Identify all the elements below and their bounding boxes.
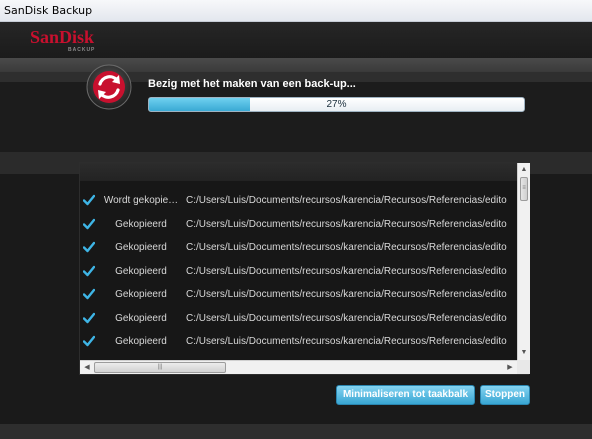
file-path: C:/Users/Luis/Documents/recursos/karenci… [186,312,507,324]
list-item[interactable]: Gekopieerd C:/Users/Luis/Documents/recurs… [80,237,517,261]
stop-button[interactable]: Stoppen [480,385,530,405]
scroll-left-arrow-icon[interactable]: ◀ [80,361,94,374]
list-item[interactable]: Gekopieerd C:/Users/Luis/Documents/recurs… [80,284,517,308]
file-list[interactable]: Wordt gekopie… C:/Users/Luis/Documents/re… [79,162,530,375]
app-header: SanDisk BACKUP [0,22,592,58]
file-status: Wordt gekopie… [103,195,179,206]
checkmark-icon [83,241,95,253]
file-status: Gekopieerd [115,218,167,230]
file-status: Gekopieerd [115,312,167,324]
sync-arrows-icon [86,64,132,110]
file-path: C:/Users/Luis/Documents/recursos/karenci… [186,289,507,300]
file-path: C:/Users/Luis/Documents/recursos/karenci… [186,336,507,347]
file-path: C:/Users/Luis/Documents/recursos/karenci… [186,242,507,253]
logo-text: SanDisk [30,27,95,47]
list-item[interactable]: Gekopieerd C:/Users/Luis/Documents/recurs… [80,261,517,285]
horizontal-scrollbar[interactable]: ◀ ||| ▶ [80,360,517,374]
checkmark-icon [83,265,95,276]
list-item[interactable]: Gekopieerd C:/Users/Luis/Documents/recurs… [80,308,517,332]
checkmark-icon [83,312,95,323]
checkmark-icon [83,288,95,300]
bottom-strip [0,424,592,439]
checkmark-icon [83,218,95,229]
list-item[interactable]: Gekopieerd C:/Users/Luis/Documents/recurs… [80,214,517,238]
list-item[interactable]: Wordt gekopie… C:/Users/Luis/Documents/re… [80,190,517,214]
file-status: Gekopieerd [115,289,167,300]
backup-progress-bar: 27% [148,97,525,112]
scroll-right-arrow-icon[interactable]: ▶ [503,361,517,374]
horizontal-scroll-thumb[interactable]: ||| [94,362,226,373]
progress-percent-label: 27% [326,99,347,110]
logo-subtext: BACKUP [68,47,96,53]
window-title: SanDisk Backup [4,4,93,17]
scroll-up-arrow-icon[interactable]: ▲ [518,163,530,177]
scrollbar-corner [517,360,530,374]
backup-status-text: Bezig met het maken van een back-up... [148,78,356,90]
checkmark-icon [83,335,95,347]
vertical-scroll-thumb[interactable]: ≡ [520,177,528,201]
file-status: Gekopieerd [115,242,167,253]
file-list-header [80,163,517,181]
minimize-to-taskbar-button[interactable]: Minimaliseren tot taakbalk [336,385,475,405]
scroll-down-arrow-icon[interactable]: ▼ [518,346,530,360]
sandisk-logo: SanDisk BACKUP [30,27,110,55]
file-path: C:/Users/Luis/Documents/recursos/karenci… [186,218,507,230]
file-path: C:/Users/Luis/Documents/recursos/karenci… [186,265,507,277]
checkmark-icon [83,194,95,206]
file-status: Gekopieerd [115,265,167,277]
window-titlebar[interactable]: SanDisk Backup [0,0,592,22]
list-item[interactable]: Gekopieerd C:/Users/Luis/Documents/recurs… [80,331,517,355]
file-list-rows: Wordt gekopie… C:/Users/Luis/Documents/re… [80,190,517,355]
file-status: Gekopieerd [115,336,167,347]
file-path: C:/Users/Luis/Documents/recursos/karenci… [186,195,507,206]
vertical-scrollbar[interactable]: ▲ ≡ ▼ [517,163,530,360]
